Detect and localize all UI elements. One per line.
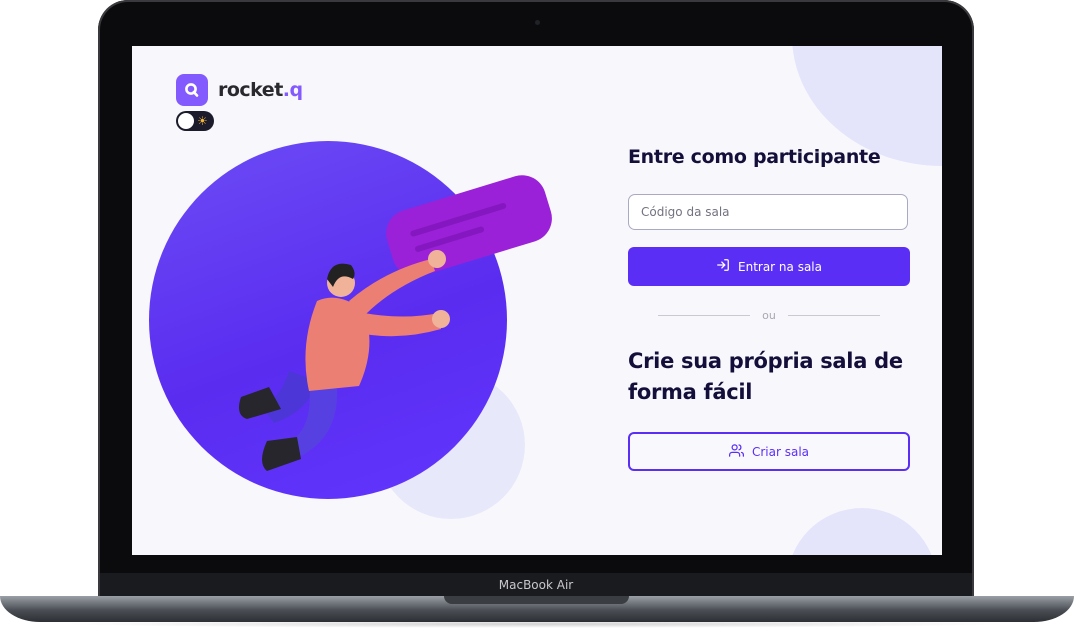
room-code-input[interactable]: [628, 194, 908, 230]
toggle-knob: [178, 113, 194, 129]
search-logo-icon: [176, 74, 208, 106]
create-room-label: Criar sala: [751, 444, 810, 459]
app-name: rocket.q: [218, 79, 303, 101]
create-room-button[interactable]: Criar sala: [628, 432, 910, 471]
create-title: Crie sua própria sala de forma fácil: [628, 349, 903, 404]
app-logo: rocket.q: [176, 74, 303, 106]
hero-illustration: [239, 175, 552, 471]
decorative-circle-bottom: [787, 508, 937, 555]
divider-line-right: [787, 315, 881, 316]
app-name-main: rocket: [218, 79, 283, 101]
enter-room-button[interactable]: Entrar na sala: [628, 247, 910, 286]
laptop-hinge-notch: [444, 596, 629, 604]
speech-bubble-illustration: [386, 175, 552, 277]
divider-line-left: [658, 315, 751, 316]
users-icon: [728, 443, 744, 461]
divider-text: ou: [762, 309, 776, 322]
log-in-icon: [716, 258, 730, 275]
laptop-shadow: [60, 620, 1014, 628]
enter-room-label: Entrar na sala: [738, 259, 822, 274]
app-name-dot: .q: [282, 79, 303, 101]
or-divider: ou: [658, 309, 881, 322]
theme-toggle[interactable]: ☀: [176, 111, 214, 131]
join-title: Entre como participante: [628, 146, 881, 168]
laptop-bezel-label: MacBook Air: [100, 573, 972, 597]
app-screen: rocket.q ☀ Entre como participante Códig…: [132, 46, 942, 555]
sun-icon: ☀: [197, 114, 208, 128]
camera-icon: [535, 20, 540, 25]
join-panel: Entre como participante Entrar na sala o…: [628, 146, 910, 471]
